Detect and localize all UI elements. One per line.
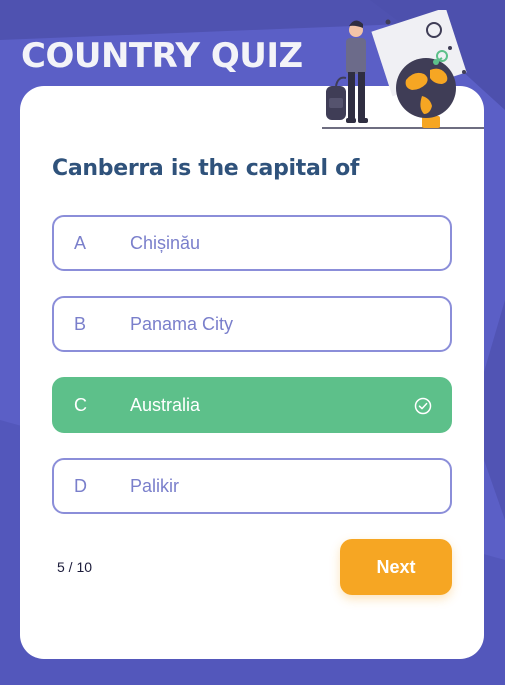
option-text: Panama City bbox=[130, 314, 234, 334]
app-title: COUNTRY QUIZ bbox=[21, 36, 303, 76]
option-text: Palikir bbox=[130, 476, 180, 496]
option-d[interactable]: D Palikir bbox=[52, 458, 452, 514]
option-a[interactable]: A Chișinău bbox=[52, 215, 452, 271]
option-b[interactable]: B Panama City bbox=[52, 296, 452, 352]
option-text: Chișinău bbox=[130, 233, 201, 253]
option-letter: C bbox=[74, 395, 87, 415]
option-text: Australia bbox=[130, 395, 201, 415]
option-letter: D bbox=[74, 476, 87, 496]
option-letter: B bbox=[74, 314, 87, 334]
quiz-card: Canberra is the capital of A Chișinău B … bbox=[20, 86, 484, 659]
next-button[interactable]: Next bbox=[340, 539, 452, 595]
traveler-globe-illustration bbox=[322, 10, 484, 129]
question-counter: 5 / 10 bbox=[57, 559, 93, 575]
option-c-correct[interactable]: C Australia bbox=[52, 377, 452, 433]
question-text: Canberra is the capital of bbox=[52, 156, 360, 181]
check-circle-icon bbox=[414, 397, 432, 415]
option-letter: A bbox=[74, 233, 87, 253]
